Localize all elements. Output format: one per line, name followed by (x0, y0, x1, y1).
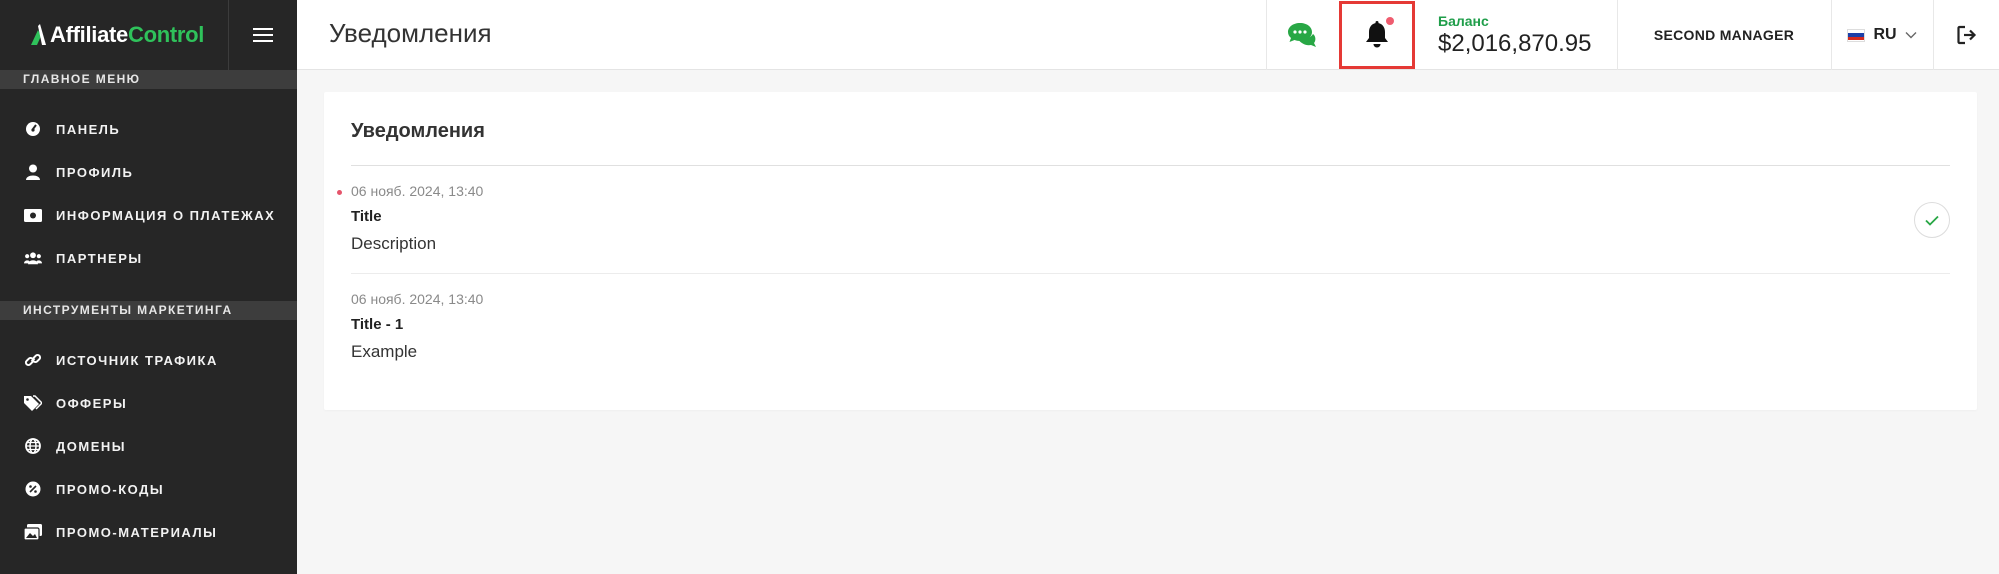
logout-icon (1956, 25, 1976, 45)
sidebar-item-dashboard[interactable]: ПАНЕЛЬ (0, 109, 297, 149)
sidebar-item-label: ПРОМО-МАТЕРИАЛЫ (56, 524, 218, 540)
sidebar-item-label: ПАНЕЛЬ (56, 121, 121, 137)
section-main-menu: ГЛАВНОЕ МЕНЮ (0, 70, 297, 89)
user-icon (24, 163, 42, 181)
logo-icon (31, 24, 46, 45)
page-title: Уведомления (329, 18, 492, 48)
unread-indicator-dot (1386, 17, 1394, 25)
globe-icon (24, 437, 42, 455)
sidebar-item-domains[interactable]: ДОМЕНЫ (0, 426, 297, 466)
logo[interactable]: AffiliateControl (0, 0, 228, 70)
sidebar: AffiliateControl ГЛАВНОЕ МЕНЮ ПАНЕЛЬ ПРО… (0, 0, 297, 574)
logo-text: AffiliateControl (50, 22, 205, 47)
notification-item[interactable]: 06 нояб. 2024, 13:40 Title Description (337, 166, 1950, 274)
balance-label: Баланс (1438, 12, 1489, 29)
language-code: RU (1873, 26, 1897, 43)
chat-icon (1287, 23, 1316, 47)
sidebar-item-promo-codes[interactable]: ПРОМО-КОДЫ (0, 469, 297, 509)
chevron-down-icon (1905, 32, 1917, 39)
user-menu-button[interactable]: SECOND MANAGER (1617, 0, 1830, 70)
sidebar-item-label: ПРОМО-КОДЫ (56, 481, 165, 497)
sidebar-item-payments[interactable]: ИНФОРМАЦИЯ О ПЛАТЕЖАХ (0, 195, 297, 235)
notification-item[interactable]: 06 нояб. 2024, 13:40 Title - 1 Example (351, 274, 1950, 382)
sidebar-item-label: ИСТОЧНИК ТРАФИКА (56, 352, 218, 368)
gauge-icon (24, 120, 42, 138)
mark-as-read-button[interactable] (1914, 202, 1950, 238)
chat-button[interactable] (1266, 0, 1338, 70)
sidebar-item-offers[interactable]: ОФФЕРЫ (0, 383, 297, 423)
check-icon (1925, 215, 1939, 226)
user-name: SECOND MANAGER (1653, 27, 1795, 43)
sidebar-item-partners[interactable]: ПАРТНЕРЫ (0, 238, 297, 278)
hamburger-icon (253, 28, 273, 42)
notifications-button[interactable] (1339, 1, 1415, 69)
sidebar-item-promo-materials[interactable]: ПРОМО-МАТЕРИАЛЫ (0, 512, 297, 552)
bell-icon (1366, 21, 1388, 48)
sidebar-item-label: ПРОФИЛЬ (56, 164, 134, 180)
money-icon (24, 206, 42, 224)
unread-dot (337, 190, 342, 195)
notification-title: Title - 1 (351, 316, 404, 333)
sidebar-item-label: ПАРТНЕРЫ (56, 250, 143, 266)
sidebar-item-profile[interactable]: ПРОФИЛЬ (0, 152, 297, 192)
card-title: Уведомления (351, 120, 485, 142)
users-icon (24, 249, 42, 267)
balance-value: $2,016,870.95 (1438, 29, 1592, 57)
balance-widget: Баланс $2,016,870.95 (1416, 0, 1616, 70)
notification-date: 06 нояб. 2024, 13:40 (351, 291, 484, 307)
language-selector[interactable]: RU (1831, 0, 1932, 70)
menu-toggle-button[interactable] (228, 0, 297, 70)
sidebar-item-traffic-source[interactable]: ИСТОЧНИК ТРАФИКА (0, 340, 297, 380)
sidebar-item-label: ОФФЕРЫ (56, 395, 128, 411)
percent-icon (24, 480, 42, 498)
section-marketing-tools: ИНСТРУМЕНТЫ МАРКЕТИНГА (0, 301, 297, 320)
notification-description: Example (351, 342, 418, 361)
notifications-card: Уведомления 06 нояб. 2024, 13:40 Title D… (324, 92, 1977, 410)
topbar: Уведомления Баланс $2,016,870.95 SECOND … (297, 0, 1999, 70)
russia-flag-icon (1847, 28, 1866, 42)
sidebar-item-label: ИНФОРМАЦИЯ О ПЛАТЕЖАХ (56, 207, 276, 223)
sidebar-item-label: ДОМЕНЫ (56, 438, 126, 454)
logout-button[interactable] (1933, 0, 1999, 70)
tags-icon (24, 394, 42, 412)
link-icon (24, 351, 42, 369)
images-icon (24, 523, 42, 541)
notification-description: Description (351, 234, 437, 253)
notification-date: 06 нояб. 2024, 13:40 (351, 183, 484, 199)
notification-title: Title (351, 208, 382, 225)
